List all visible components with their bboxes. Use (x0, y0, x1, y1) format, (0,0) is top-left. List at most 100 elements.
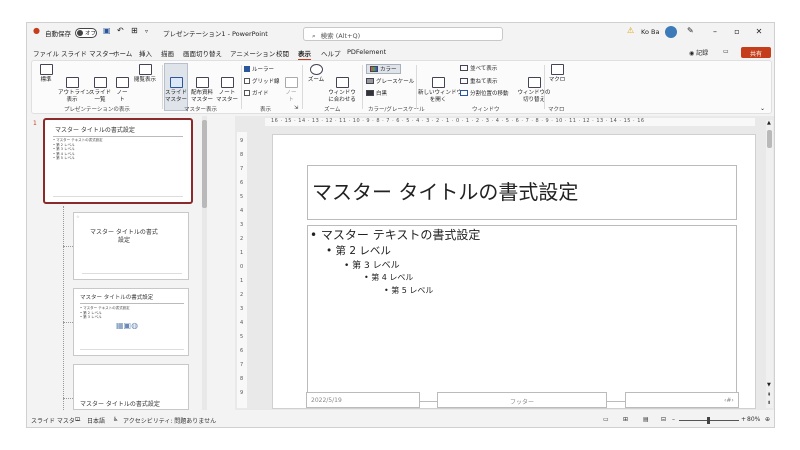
present-icon[interactable]: ⊞ (131, 26, 138, 35)
notes-master-button[interactable]: ノート マスター (216, 64, 238, 110)
arrange-all-button[interactable]: 並べて表示 (460, 64, 497, 72)
record-button[interactable]: ◉ 記録 (689, 48, 708, 57)
fit-slide-icon[interactable]: ⊕ (765, 416, 770, 423)
tab-view[interactable]: 表示 (298, 48, 311, 60)
tab-draw[interactable]: 描画 (161, 48, 174, 58)
outline-view-button[interactable]: アウトライン 表示 (58, 64, 91, 110)
color-button[interactable]: カラー (366, 64, 401, 74)
previous-slide-icon[interactable]: ⇞ (767, 392, 771, 398)
ruler-tick: 7 (240, 362, 244, 368)
dialog-launcher-icon[interactable]: ⇲ (294, 105, 298, 111)
content-placeholder[interactable]: • マスター テキストの書式設定 • 第 2 レベル • 第 3 レベル • 第… (307, 225, 737, 402)
ruler-tick: 3 (240, 306, 244, 312)
scroll-up-icon[interactable]: ▲ (767, 120, 771, 126)
tab-insert[interactable]: 挿入 (139, 48, 152, 58)
tab-help[interactable]: ヘルプ (321, 48, 341, 58)
macro-label: マクロ (548, 77, 566, 83)
date-placeholder[interactable]: 2022/5/19 (306, 392, 420, 408)
pen-icon[interactable]: ✎ (687, 26, 694, 35)
color-label: カラー (380, 67, 397, 73)
handout-master-label: 配布資料 マスター (190, 90, 213, 103)
tab-home[interactable]: ホーム (113, 48, 132, 58)
page-number-placeholder[interactable]: ‹#› (625, 392, 739, 408)
zoom-level[interactable]: 80% (747, 416, 760, 423)
layout-star-icon: ☆ (76, 214, 80, 219)
close-icon[interactable]: ✕ (751, 27, 767, 36)
status-language[interactable]: 日本語 (87, 416, 105, 425)
comment-icon[interactable]: ▭ (723, 48, 729, 55)
tab-slide-master[interactable]: スライド マスター (61, 48, 115, 58)
quick-access-more-icon[interactable]: ▿ (145, 28, 148, 35)
switch-window-button[interactable]: ウィンドウの 切り替え (516, 64, 552, 110)
thumb-master-title: マスター タイトルの書式設定 (55, 127, 135, 134)
handout-master-button[interactable]: 配布資料 マスター (190, 64, 214, 110)
macro-button[interactable]: マクロ (548, 64, 566, 84)
tab-transitions[interactable]: 画面切り替え (183, 48, 222, 58)
gridlines-checkbox[interactable]: グリッド線 (244, 77, 280, 85)
vertical-ruler: 9 8 7 6 5 4 3 2 1 0 1 2 3 4 5 6 7 8 9 (237, 132, 247, 408)
zoom-out-icon[interactable]: – (672, 416, 675, 423)
thumbnail-scrollbar[interactable] (202, 116, 207, 410)
reading-view-icon[interactable]: ▤ (643, 416, 649, 423)
save-icon[interactable]: ▣ (103, 26, 111, 35)
layout-thumbnail-section[interactable]: マスター タイトルの書式設定 (73, 364, 189, 410)
checkbox-checked-icon (244, 66, 250, 72)
autosave-toggle[interactable]: オフ (75, 28, 97, 38)
normal-view-icon[interactable]: ▭ (603, 416, 609, 423)
guides-checkbox[interactable]: ガイド (244, 89, 269, 97)
fit-to-window-button[interactable]: ウィンドウ に合わせる (328, 64, 356, 110)
editor-scrollbar[interactable]: ▲ ▼ ⇞ ⇟ (766, 120, 773, 408)
slideshow-icon[interactable]: ⊟ (661, 416, 666, 423)
cascade-button[interactable]: 重ねて表示 (460, 77, 498, 85)
move-split-button[interactable]: 分割位置の移動 (460, 89, 509, 97)
tab-animations[interactable]: アニメーション (230, 48, 275, 58)
slide-sorter-button[interactable]: スライド 一覧 (88, 64, 112, 110)
black-white-button[interactable]: 白黒 (366, 89, 387, 97)
scrollbar-thumb[interactable] (202, 120, 207, 208)
share-button[interactable]: 共有 (741, 47, 771, 58)
tab-review[interactable]: 校閲 (276, 48, 289, 58)
notes-page-button[interactable]: ノー ト (114, 64, 130, 110)
spellcheck-icon[interactable]: ⊡ (75, 416, 80, 423)
normal-view-button[interactable]: 標準 (36, 64, 56, 84)
search-box[interactable]: ⌕ 検索 (Alt+Q) (303, 27, 503, 41)
new-window-button[interactable]: 新しいウィンドウ を開く (418, 64, 462, 110)
grayscale-button[interactable]: グレースケール (366, 77, 414, 85)
layout-thumbnail-content[interactable]: マスター タイトルの書式設定 • マスター テキストの書式設定 • 第 2 レベ… (73, 288, 189, 356)
tab-pdfelement[interactable]: PDFelement (347, 48, 386, 56)
ruler-checkbox[interactable]: ルーラー (244, 65, 274, 73)
powerpoint-window: ● 自動保存 オフ ▣ ↶ ⊞ ▿ プレゼンテーション1 - PowerPoin… (26, 22, 775, 428)
zoom-slider-thumb[interactable] (707, 417, 710, 424)
slide-sorter-icon (93, 77, 107, 88)
slide-canvas[interactable]: マスター タイトルの書式設定 • マスター テキストの書式設定 • 第 2 レベ… (272, 134, 756, 409)
layout-connector (63, 246, 73, 247)
layout-thumbnail-title[interactable]: ☆ マスター タイトルの書式 設定 (73, 212, 189, 280)
zoom-in-icon[interactable]: + (741, 416, 746, 423)
content-placeholder-icons: ▦▣◍ (116, 321, 139, 330)
undo-icon[interactable]: ↶ (117, 26, 124, 35)
slide-master-view-button[interactable]: スライド マスター (164, 63, 188, 111)
notes-toggle-button[interactable]: ノー ト (284, 64, 298, 110)
scrollbar-thumb[interactable] (767, 130, 772, 148)
next-slide-icon[interactable]: ⇟ (767, 400, 771, 406)
zoom-button[interactable]: ズーム (306, 64, 326, 84)
avatar[interactable] (665, 26, 677, 38)
footer-placeholder[interactable]: フッター (437, 392, 607, 408)
status-accessibility[interactable]: アクセシビリティ: 問題ありません (123, 416, 216, 425)
slide-master-thumbnail[interactable]: マスター タイトルの書式設定 • マスター テキストの書式設定 • 第 2 レベ… (43, 118, 193, 204)
scroll-down-icon[interactable]: ▼ (767, 382, 771, 388)
maximize-icon[interactable]: ▫ (729, 27, 745, 36)
warning-icon[interactable]: ⚠ (627, 26, 634, 35)
thumb-body-line: • 第 5 レベル (53, 156, 75, 160)
title-placeholder[interactable]: マスター タイトルの書式設定 (307, 165, 737, 220)
group-label-zoom: ズーム (324, 107, 341, 113)
tab-file[interactable]: ファイル (33, 48, 59, 58)
group-divider (544, 65, 545, 109)
autosave-label: 自動保存 (45, 30, 71, 38)
reading-view-button[interactable]: 閲覧表示 (132, 64, 158, 84)
minimize-icon[interactable]: – (707, 27, 723, 36)
collapse-ribbon-icon[interactable]: ⌄ (760, 105, 765, 112)
user-name[interactable]: Ko Ba (641, 28, 659, 36)
slide-sorter-icon[interactable]: ⊞ (623, 416, 628, 423)
move-split-icon (460, 90, 468, 96)
